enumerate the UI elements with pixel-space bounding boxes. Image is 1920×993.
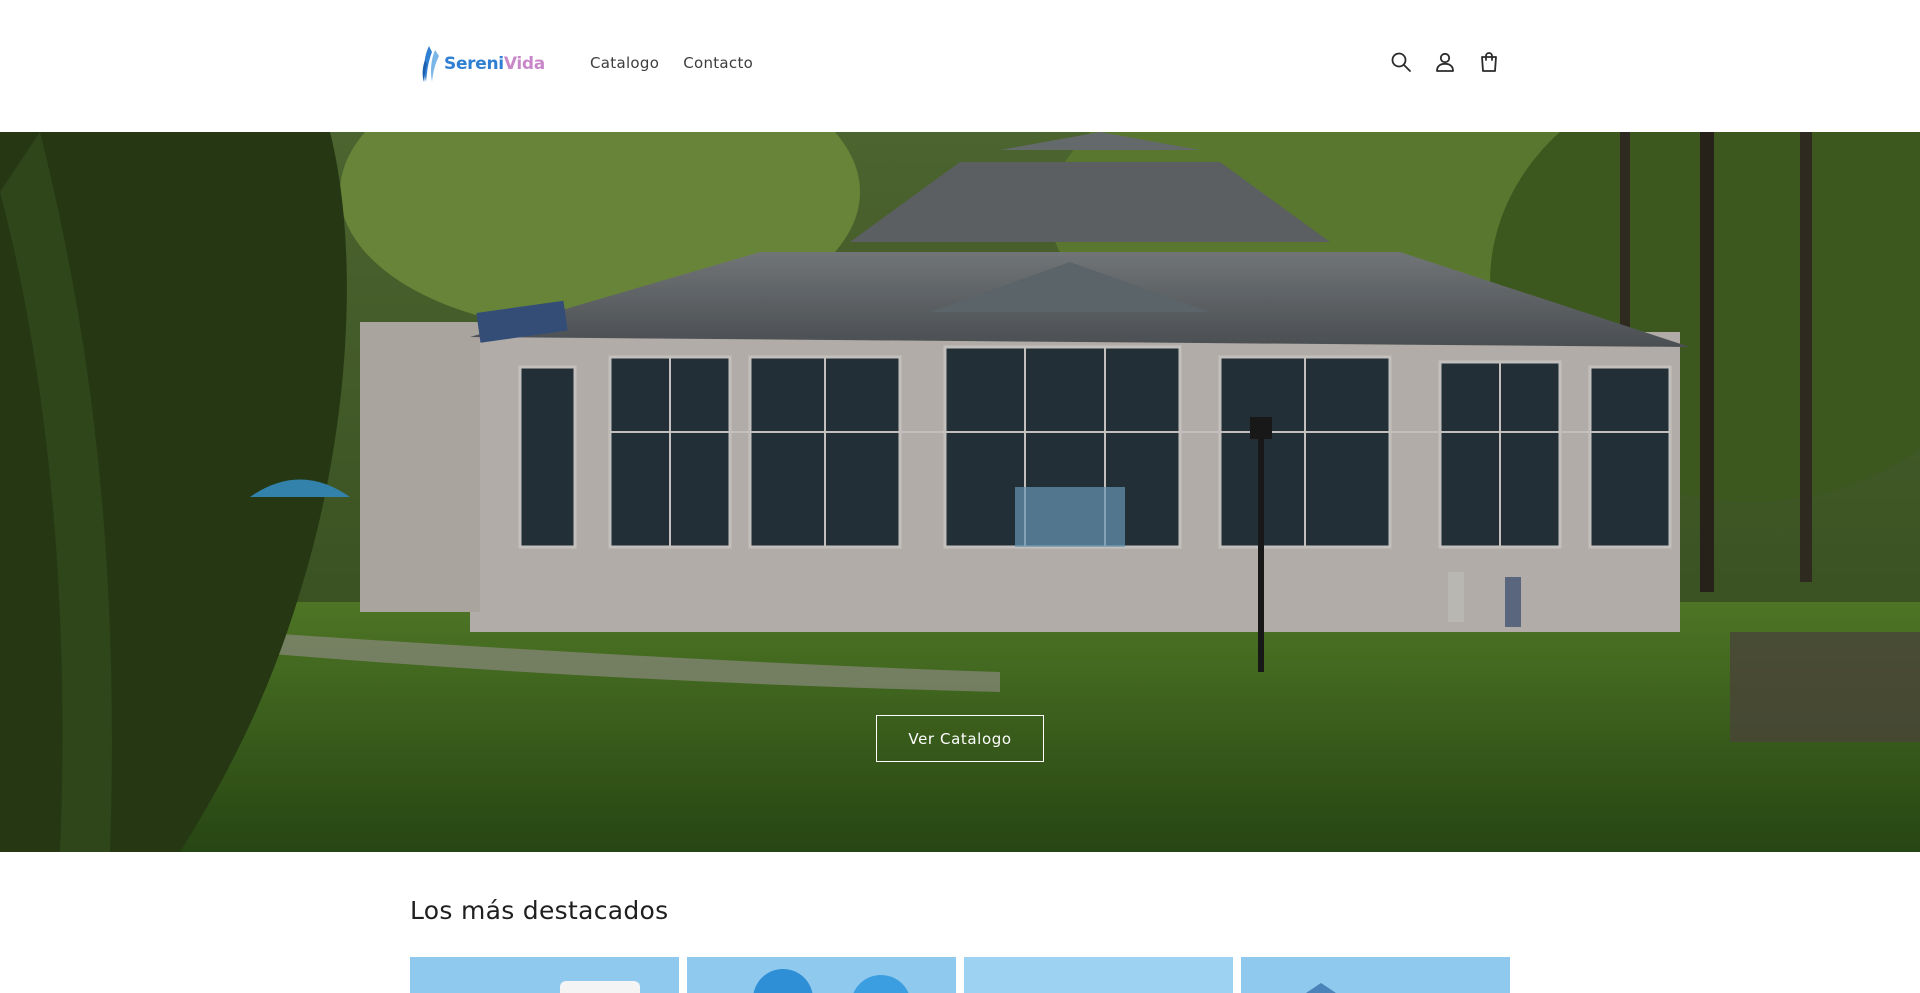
account-icon[interactable]: [1433, 50, 1457, 74]
nav-link-catalogo[interactable]: Catalogo: [590, 54, 659, 72]
product-card-3[interactable]: [964, 957, 1233, 993]
header-icons: [1389, 50, 1501, 74]
cart-icon[interactable]: [1477, 50, 1501, 74]
logo-text: SereniVida: [444, 54, 545, 74]
product-card-2[interactable]: [687, 957, 956, 993]
main-nav: Catalogo Contacto: [590, 54, 753, 72]
product-card-4[interactable]: [1241, 957, 1510, 993]
hero-banner: Ver Catalogo: [0, 132, 1920, 852]
logo-flame-icon: [422, 46, 439, 82]
featured-title: Los más destacados: [410, 896, 669, 925]
product-card-1[interactable]: [410, 957, 679, 993]
featured-products: [410, 957, 1510, 993]
site-header: SereniVida Catalogo Contacto: [0, 0, 1920, 132]
search-icon[interactable]: [1389, 50, 1413, 74]
logo[interactable]: SereniVida: [420, 42, 545, 86]
nav-link-contacto[interactable]: Contacto: [683, 54, 753, 72]
ver-catalogo-button[interactable]: Ver Catalogo: [876, 715, 1044, 762]
